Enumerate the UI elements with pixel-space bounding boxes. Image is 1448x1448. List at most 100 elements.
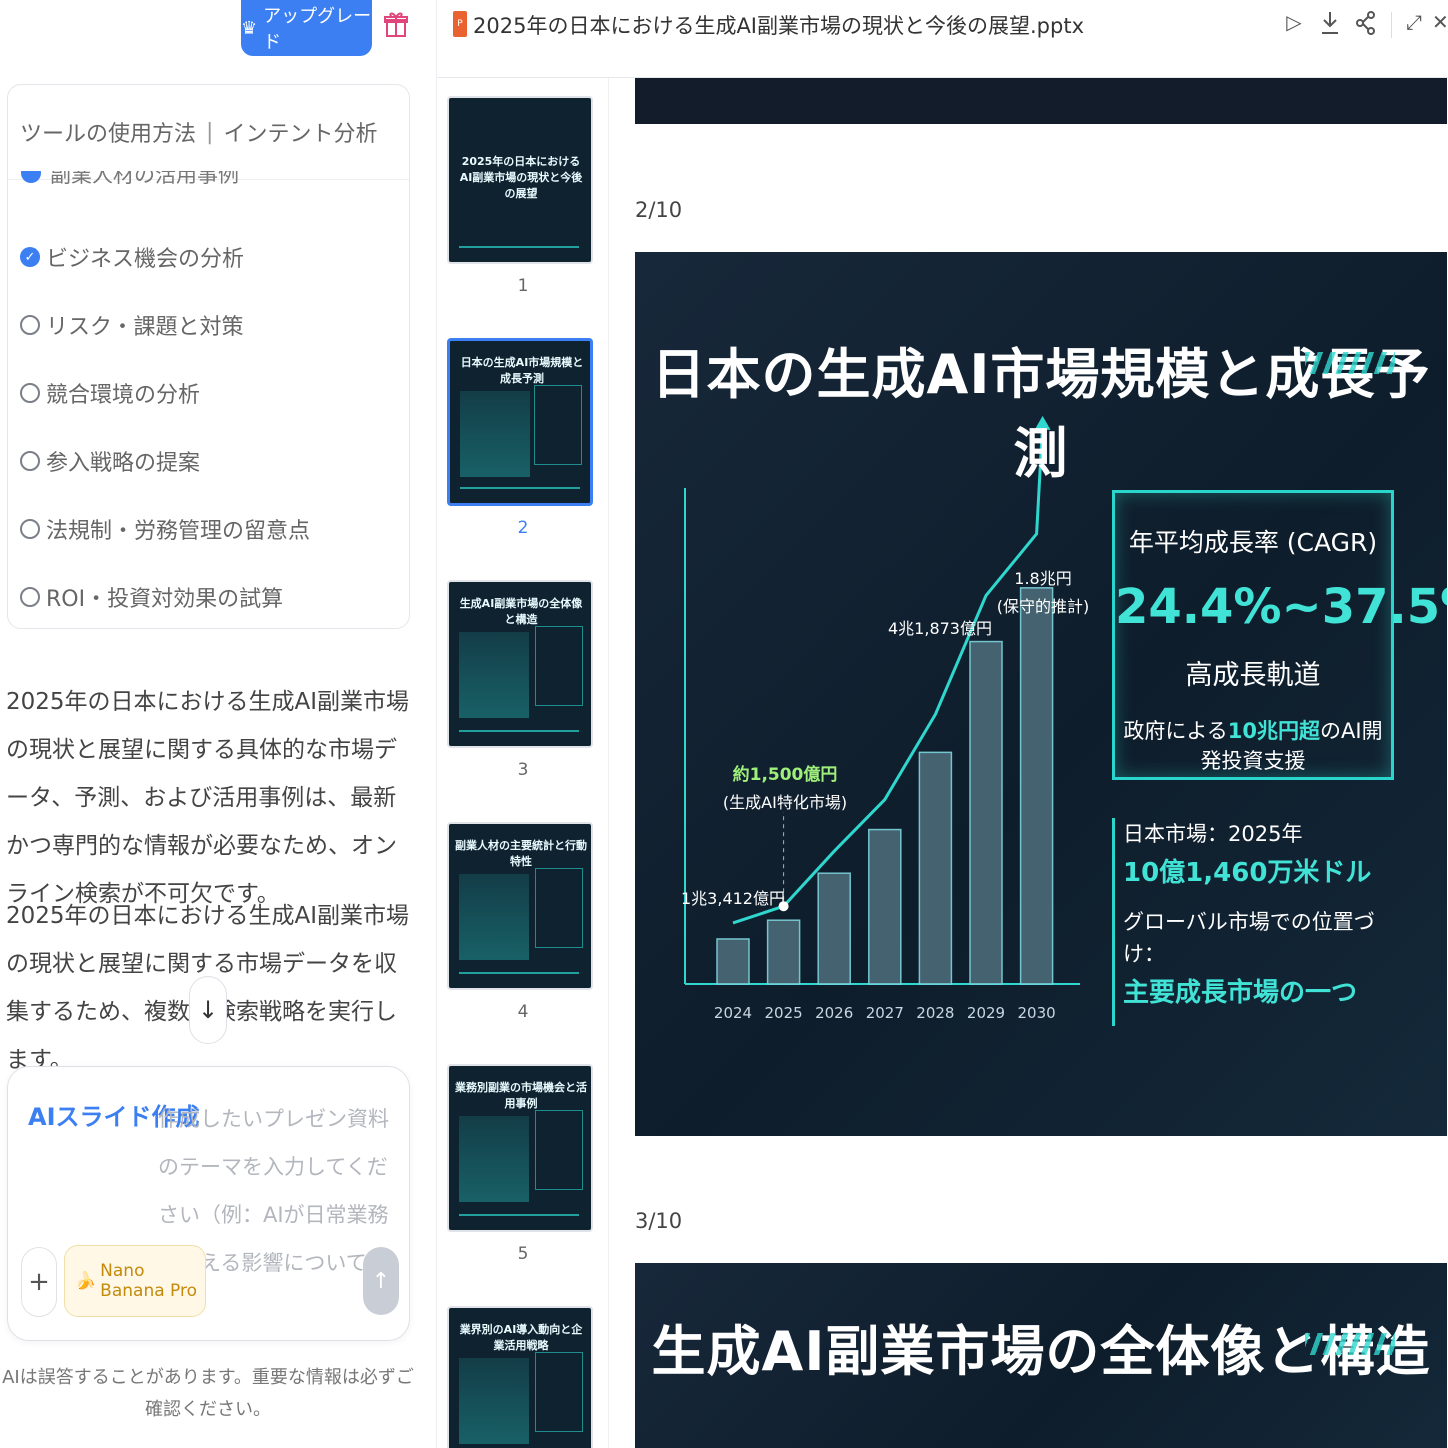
slide-thumbnail-2[interactable]: 日本の生成AI市場規模と成長予測: [447, 338, 593, 506]
global-position-label: グローバル市場での位置づけ：: [1123, 910, 1375, 966]
arrow-down-icon: ↓: [197, 996, 219, 1024]
toolbar-divider: [1391, 12, 1392, 38]
slide-thumbnail-3[interactable]: 生成AI副業市場の全体像と構造: [447, 580, 593, 748]
viewer-toolbar: P 2025年の日本における生成AI副業市場の現状と今後の展望.pptx ▷ ⤢…: [437, 0, 1448, 78]
pptx-file-icon: P: [453, 11, 467, 37]
x-tick-2030: 2030: [1018, 1004, 1056, 1022]
gift-icon[interactable]: [384, 10, 408, 40]
slide-thumbnail-4[interactable]: 副業人材の主要統計と行動特性: [447, 822, 593, 990]
scroll-down-button[interactable]: ↓: [189, 976, 227, 1044]
slide-1-bottom-edge: [635, 78, 1447, 124]
slide-canvas: 2/10 2024 2025 2026 2027 2028 2029 2030 1兆3,412…: [609, 78, 1448, 1448]
slide-thumbnail-5[interactable]: 業務別副業の市場機会と活用事例: [447, 1064, 593, 1232]
x-tick-2024: 2024: [714, 1004, 752, 1022]
share-icon[interactable]: [1354, 10, 1378, 38]
task-item[interactable]: ✓ ビジネス機会の分析: [20, 223, 310, 291]
check-icon: ✓: [20, 247, 40, 267]
unchecked-circle-icon: [20, 315, 40, 335]
disclaimer-text: AIは誤答することがあります。重要な情報は必ずご確認ください。: [2, 1367, 414, 1420]
assistant-message: 2025年の日本における生成AI副業市場の現状と展望に関する具体的な市場データ、…: [6, 689, 410, 907]
download-icon[interactable]: [1318, 10, 1342, 38]
task-item[interactable]: リスク・課題と対策: [20, 291, 310, 359]
slide-counter: 3/10: [635, 1209, 683, 1233]
x-tick-2029: 2029: [967, 1004, 1005, 1022]
thumbnail-number: 3: [517, 760, 529, 780]
arrow-up-icon: ↑: [371, 1268, 391, 1294]
message-composer: AIスライド作成 作成したいプレゼン資料のテーマを入力してください（例：AIが日…: [7, 1066, 410, 1341]
data-label-2029: 4兆1,873億円: [888, 619, 992, 638]
task-label: 参入戦略の提案: [46, 451, 201, 476]
slide-thumbnail-6[interactable]: 業界別のAI導入動向と企業活用戦略: [447, 1306, 593, 1448]
x-tick-2027: 2027: [866, 1004, 904, 1022]
chart-bar-2026: [817, 872, 851, 985]
thumbnail-number: 1: [517, 276, 529, 296]
chart-bar-2028: [918, 751, 953, 985]
thumbnail-number: 2: [517, 518, 529, 538]
x-tick-2028: 2028: [916, 1004, 954, 1022]
unchecked-circle-icon: [20, 519, 40, 539]
tab-tool-usage[interactable]: ツールの使用方法: [20, 116, 196, 148]
chart-bar-2030: [1019, 587, 1054, 985]
data-label-2025: 約1,500億円: [733, 764, 838, 785]
title-decoration: [1305, 1333, 1395, 1355]
model-selector[interactable]: 🍌 Nano Banana Pro: [64, 1245, 206, 1317]
add-attachment-button[interactable]: +: [21, 1247, 57, 1317]
cagr-title: 年平均成長率 (CAGR): [1128, 528, 1378, 557]
upgrade-button[interactable]: ♛ アップグレード: [241, 0, 372, 56]
thumbnail-number: 4: [517, 1002, 529, 1022]
title-decoration: [1305, 352, 1395, 374]
banana-icon: 🍌: [75, 1271, 97, 1291]
jp-market-value: 10億1,460万米ドル: [1123, 858, 1372, 888]
x-tick-2025: 2025: [765, 1004, 803, 1022]
task-item[interactable]: 参入戦略の提案: [20, 427, 310, 495]
tab-intent-analysis[interactable]: インテント分析: [223, 116, 377, 148]
task-item[interactable]: 法規制・労務管理の留意点: [20, 495, 310, 563]
task-label: 法規制・労務管理の留意点: [46, 519, 311, 544]
slide-thumbnail-list: 2025年の日本における AI副業市場の現状と今後の展望 1 日本の生成AI市場…: [437, 78, 609, 1448]
jp-market-label: 日本市場：2025年: [1123, 822, 1303, 846]
slide-thumbnail-1[interactable]: 2025年の日本における AI副業市場の現状と今後の展望: [447, 96, 593, 264]
file-title: 2025年の日本における生成AI副業市場の現状と今後の展望.pptx: [473, 14, 1084, 38]
cagr-value: 24.4%~37.5%: [1115, 579, 1447, 635]
data-label-2024: 1兆3,412億円: [681, 889, 785, 908]
unchecked-circle-icon: [20, 587, 40, 607]
x-tick-2026: 2026: [815, 1004, 853, 1022]
clipped-task-item: 副業人材の活用事例: [20, 171, 320, 187]
close-icon[interactable]: ✕: [1432, 10, 1446, 38]
thumbnail-number: 5: [517, 1244, 529, 1264]
task-item[interactable]: ROI・投資対効果の試算: [20, 563, 310, 628]
task-checklist-header: ツールの使用方法 | インテント分析: [8, 85, 409, 180]
task-label: 競合環境の分析: [46, 383, 201, 408]
slide-2: 2024 2025 2026 2027 2028 2029 2030 1兆3,412億円 約1,…: [635, 252, 1447, 1136]
model-label: Nano Banana Pro: [100, 1261, 198, 1301]
crown-icon: ♛: [241, 17, 258, 39]
chart-bar-2025: [766, 919, 801, 985]
check-icon: [21, 171, 41, 183]
data-label-2030: 1.8兆円: [1014, 569, 1071, 588]
play-icon[interactable]: ▷: [1282, 10, 1306, 38]
chart-bar-2027: [868, 828, 902, 985]
task-list: ✓ ビジネス機会の分析 リスク・課題と対策 競合環境の分析 参入戦略の提案 法規制…: [20, 223, 310, 628]
unchecked-circle-icon: [20, 451, 40, 471]
chart-bar-2024: [716, 938, 750, 985]
task-label: ROI・投資対効果の試算: [46, 587, 284, 612]
upgrade-label: アップグレード: [263, 6, 372, 53]
cagr-subtitle: 高成長軌道: [1185, 660, 1321, 691]
document-viewer: P 2025年の日本における生成AI副業市場の現状と今後の展望.pptx ▷ ⤢…: [436, 0, 1448, 1448]
plus-icon: +: [28, 1267, 50, 1297]
chat-panel: ♛ アップグレード ツールの使用方法 | インテント分析 副業人材の活用事例 ✓…: [0, 0, 436, 1448]
data-sublabel-2030: (保守的推計): [997, 597, 1090, 616]
global-position-value: 主要成長市場の一つ: [1123, 978, 1358, 1008]
government-support-text: 政府による10兆円超のAI開発投資支援: [1123, 719, 1383, 773]
send-button[interactable]: ↑: [363, 1247, 399, 1315]
task-item[interactable]: 競合環境の分析: [20, 359, 310, 427]
unchecked-circle-icon: [20, 383, 40, 403]
app-window: ♛ アップグレード ツールの使用方法 | インテント分析 副業人材の活用事例 ✓…: [0, 0, 1448, 1448]
market-info-panel: 日本市場：2025年 10億1,460万米ドル グローバル市場での位置づけ： 主…: [1112, 818, 1412, 1026]
slide-3: 生成AI副業市場の全体像と構造: [635, 1263, 1447, 1448]
header-divider: |: [206, 119, 214, 145]
task-label: ビジネス機会の分析: [46, 247, 245, 272]
task-checklist-card: ツールの使用方法 | インテント分析 副業人材の活用事例 ✓ ビジネス機会の分析 …: [7, 84, 410, 629]
fullscreen-icon[interactable]: ⤢: [1402, 10, 1426, 38]
data-sublabel-2025: (生成AI特化市場): [723, 793, 847, 812]
